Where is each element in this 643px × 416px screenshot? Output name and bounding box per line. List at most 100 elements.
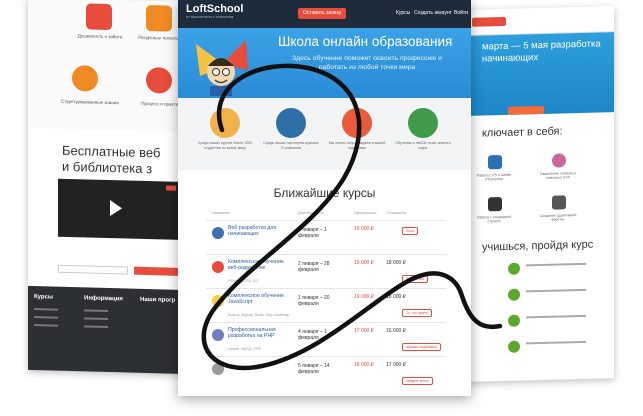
- course-date: 1 января – 20 февраля: [298, 295, 330, 307]
- nav-cta-button[interactable]: [472, 16, 506, 27]
- enroll-button[interactable]: Мужики подскажите: [402, 343, 442, 351]
- enroll-button[interactable]: Записаться: [402, 275, 429, 283]
- text-line: [526, 314, 586, 319]
- enroll-button[interactable]: Уведите меня!: [402, 377, 433, 385]
- feature-tile: Обучение в любой точке земного шара: [394, 106, 452, 151]
- hero-subtitle: Здесь обучение поможет освоить профессию…: [292, 55, 442, 71]
- table-row[interactable]: Комплексное обучение JavaScript Node.js,…: [206, 288, 446, 322]
- right-caption: Создание адаптивной вёрстки: [539, 213, 577, 222]
- footer-link[interactable]: [34, 308, 58, 311]
- main-page-preview: LoftSchool от мыслителя к хлопотам Остав…: [178, 0, 471, 396]
- footer-heading: Курсы: [34, 294, 54, 301]
- js-icon: [508, 314, 520, 327]
- gears-icon: [146, 66, 172, 94]
- request-button[interactable]: Оставить заявку: [298, 8, 347, 19]
- course-name[interactable]: Веб разработка для начинающих: [228, 225, 284, 237]
- sass-icon: [552, 153, 566, 168]
- tile-caption: Среди наших курсов более 1000 студентов …: [197, 141, 253, 150]
- table-row[interactable]: Комплексное обучение веб-разработке HTML…: [206, 254, 446, 288]
- course-name[interactable]: Комплексное обучение JavaScript: [228, 293, 284, 305]
- feature-tile: Среди наших курсов более 1000 студентов …: [196, 106, 254, 151]
- table-header: Название Длительность Предоплата Стоимос…: [206, 210, 446, 218]
- course-prepay: 19 000 ₽: [354, 294, 374, 300]
- badge-icon: [166, 185, 176, 191]
- tile-caption: Среди наших партнеров крупные IT-компани…: [263, 141, 319, 150]
- table-row[interactable]: Профессиональная разработка на PHP Larav…: [206, 322, 446, 356]
- nav-login[interactable]: Войти: [454, 8, 468, 19]
- col-price: Стоимость: [386, 210, 407, 215]
- logo[interactable]: LoftSchool от мыслителя к хлопотам: [186, 4, 243, 20]
- subscribe-form: [58, 253, 180, 286]
- email-field[interactable]: [58, 264, 128, 275]
- course-name[interactable]: Комплексное обучение веб-разработке: [228, 259, 284, 271]
- right-caption: Работа с PS и Adobe Photoshop: [476, 172, 512, 182]
- course-prepay: 18 000 ₽: [354, 362, 374, 368]
- briefcase-icon: [552, 195, 566, 210]
- left-page-title: Бесплатные веб и библиотека з: [62, 143, 182, 178]
- footer-heading: Наши прогр: [140, 296, 176, 304]
- nav-create-account[interactable]: Создать аккаунт: [414, 8, 452, 19]
- enroll-button[interactable]: То, что нужно!: [402, 309, 433, 317]
- tile-caption: Мы лично сопровождаем в вашей подготовке: [328, 141, 386, 150]
- paper-plane-icon: [342, 108, 372, 138]
- hero-title: Школа онлайн образования: [278, 34, 453, 49]
- gift-icon: [86, 3, 112, 31]
- footer-heading: Информация: [84, 295, 123, 303]
- course-price: 17 000 ₽: [386, 362, 406, 368]
- text-line: [526, 340, 586, 345]
- screenshot-stage: Душевность и забота Ресурсные технологии…: [0, 0, 643, 416]
- infinity-icon: [146, 4, 172, 32]
- right-caption: Работа с командной строкой: [477, 214, 511, 224]
- col-duration: Длительность: [298, 210, 324, 215]
- js-icon: [508, 288, 520, 301]
- left-title-line: и библиотека з: [62, 158, 153, 177]
- feature-caption: Структурированные знания: [61, 98, 119, 106]
- play-icon[interactable]: [110, 200, 122, 217]
- nav-courses[interactable]: Курсы: [396, 8, 410, 19]
- course-price: 18 000 ₽: [386, 294, 406, 300]
- footer-link[interactable]: [34, 324, 58, 327]
- right-hero: марта — 5 мая разработка начинающих: [468, 32, 614, 116]
- right-section-title-2: учишься, пройдя курс: [482, 238, 594, 254]
- feature-caption: Душевность и забота: [77, 33, 123, 40]
- right-section-title: ключает в себя:: [482, 124, 628, 140]
- course-date: 2 января – 28 февраля: [298, 261, 330, 273]
- subscribe-button[interactable]: [134, 266, 178, 276]
- right-hero-button[interactable]: [508, 105, 544, 115]
- footer-link[interactable]: [84, 325, 108, 328]
- right-hero-title: марта — 5 мая разработка начинающих: [482, 38, 601, 65]
- col-name: Название: [212, 210, 230, 215]
- course-icon: [212, 261, 224, 273]
- footer-link[interactable]: [84, 317, 108, 320]
- right-section-text: ключает в себя:: [482, 125, 563, 140]
- right-caption: Оживление страниц с помощью CSS: [539, 171, 577, 180]
- course-date: 1 января – 1 февраля: [298, 227, 327, 239]
- course-date: 5 января – 14 февраля: [298, 363, 330, 375]
- course-price: 16 000 ₽: [386, 328, 406, 334]
- text-line: [526, 288, 586, 293]
- js-icon: [508, 340, 520, 353]
- terminal-icon: [488, 197, 502, 212]
- video-player[interactable]: [58, 178, 180, 240]
- tile-caption: Обучение в любой точке земного шара: [395, 141, 451, 150]
- left-features: Душевность и забота Ресурсные технологии…: [28, 0, 188, 133]
- course-icon: [212, 363, 224, 375]
- puzzle-icon: [72, 65, 98, 92]
- feature-tile: Мы лично сопровождаем в вашей подготовке: [328, 106, 386, 151]
- col-prepay: Предоплата: [354, 210, 377, 215]
- footer-link[interactable]: [34, 316, 58, 319]
- footer-link[interactable]: [84, 309, 108, 312]
- course-prepay: 19 000 ₽: [354, 260, 374, 266]
- text-line: [526, 262, 586, 267]
- enroll-button[interactable]: Хочу!: [402, 227, 419, 235]
- course-name[interactable]: Профессиональная разработка на PHP: [228, 327, 284, 339]
- right-page-preview: марта — 5 мая разработка начинающих ключ…: [468, 6, 614, 382]
- table-row[interactable]: 5 января – 14 февраля 18 000 ₽ 17 000 ₽ …: [206, 356, 446, 390]
- course-tags: HTML/JS, CSS, GIT: [228, 279, 259, 283]
- course-tags: Node.js, Angular, React, Gulp, Bootstrap: [228, 313, 289, 317]
- feature-tile: Среди наших партнеров крупные IT-компани…: [262, 106, 320, 151]
- js-icon: [508, 262, 520, 275]
- table-row[interactable]: Веб разработка для начинающих 1 января –…: [206, 220, 446, 254]
- js-course-icon: [212, 295, 224, 307]
- course-prepay: 19 000 ₽: [354, 226, 374, 232]
